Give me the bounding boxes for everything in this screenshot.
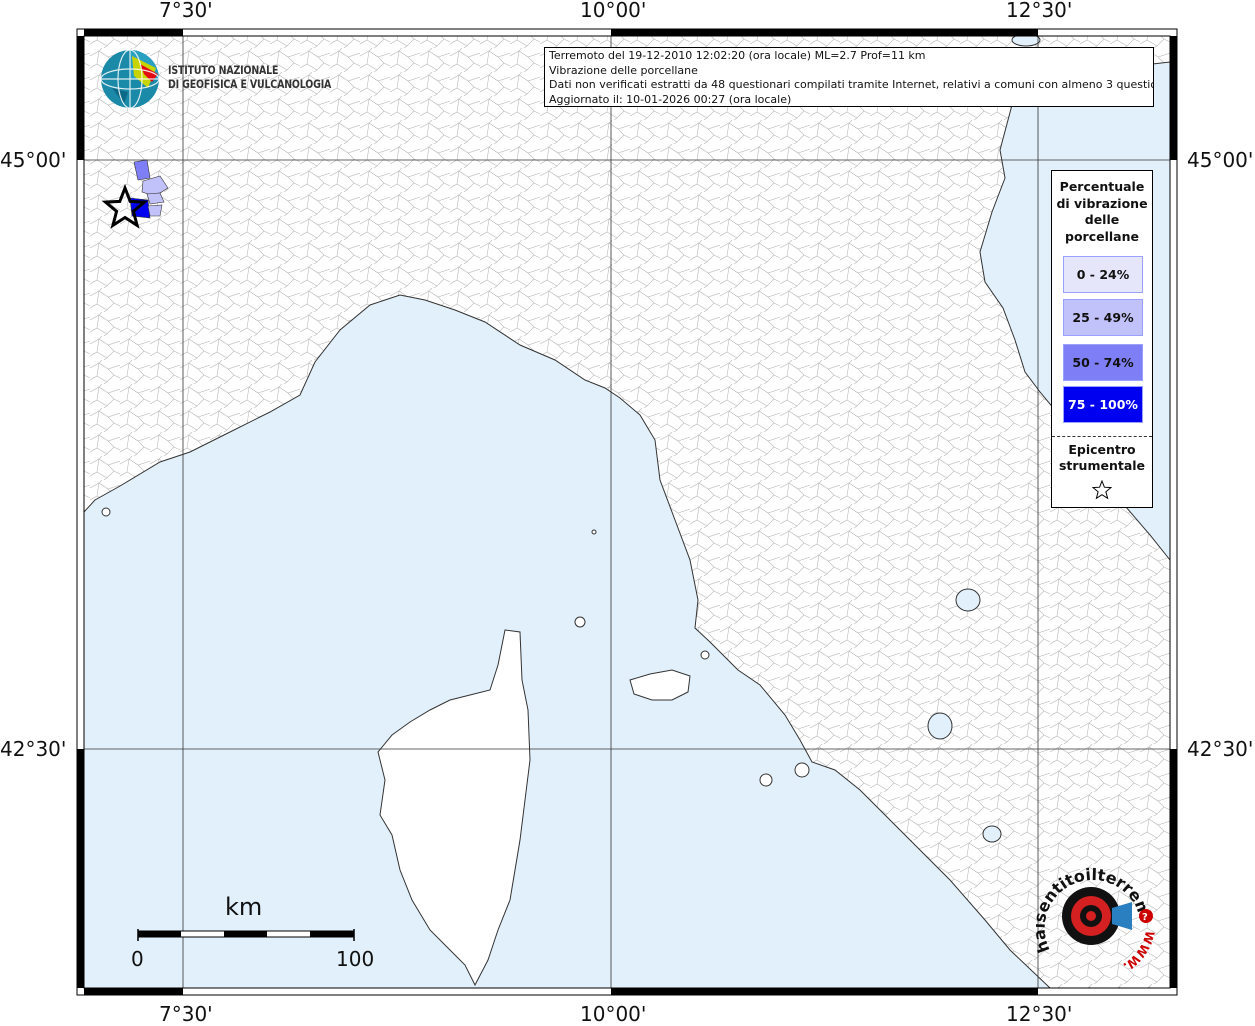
legend-title: Percentuale di vibrazione delle porcella… xyxy=(1052,179,1152,245)
legend-title-line: delle xyxy=(1084,212,1120,227)
logo-www-text: WWW. xyxy=(1121,929,1156,974)
lake-trasimeno xyxy=(955,588,981,612)
ingv-globe-icon xyxy=(100,49,160,109)
lat-label-42-30-left: 42°30' xyxy=(0,737,67,761)
legend-star-icon xyxy=(1092,480,1112,500)
scale-bar-start: 0 xyxy=(131,947,144,971)
haisentito-logo-icon: haisentitoilterremoto.it WWW. ? xyxy=(1036,858,1156,974)
lon-label-12-30-bottom: 12°30' xyxy=(1006,1002,1073,1026)
lon-label-7-30-bottom: 7°30' xyxy=(159,1002,213,1026)
scale-bar xyxy=(137,929,355,941)
legend-class-0-24: 0 - 24% xyxy=(1063,256,1143,293)
event-title: Terremoto del 19-12-2010 12:02:20 (ora l… xyxy=(549,49,926,62)
lat-label-45-right: 45°00' xyxy=(1187,148,1254,172)
lon-label-12-30-top: 12°30' xyxy=(1006,0,1073,22)
small-island xyxy=(591,529,597,535)
scale-bar-end: 100 xyxy=(336,947,375,971)
legend-class-75-100: 75 - 100% xyxy=(1063,386,1143,423)
lat-label-42-30-right: 42°30' xyxy=(1187,737,1254,761)
lat-label-45-left: 45°00' xyxy=(0,148,67,172)
svg-text:WWW.: WWW. xyxy=(1121,929,1156,974)
legend-epicenter-line: Epicentro xyxy=(1068,442,1136,457)
affected-municipality xyxy=(147,204,163,217)
small-island xyxy=(759,773,773,787)
small-island xyxy=(101,507,111,517)
lon-label-7-30-top: 7°30' xyxy=(159,0,213,22)
scale-bar-title: km xyxy=(225,893,263,921)
legend-class-25-49: 25 - 49% xyxy=(1063,299,1143,336)
legend-title-line: di vibrazione xyxy=(1056,195,1148,211)
legend: Percentuale di vibrazione delle porcella… xyxy=(1051,170,1153,508)
map-subject: Vibrazione delle porcellane xyxy=(549,63,698,77)
lake-bolsena xyxy=(927,712,953,740)
small-island xyxy=(700,650,710,660)
institute-name-line1: ISTITUTO NAZIONALE xyxy=(168,63,279,77)
lon-label-10-00-top: 10°00' xyxy=(580,0,647,22)
logo-question-glyph: ? xyxy=(1142,912,1148,923)
small-island xyxy=(574,616,586,628)
legend-separator xyxy=(1052,436,1152,437)
lon-label-10-00-bottom: 10°00' xyxy=(580,1002,647,1026)
data-note: Dati non verificati estratti da 48 quest… xyxy=(549,78,1154,91)
institute-name-line2: DI GEOFISICA E VULCANOLOGIA xyxy=(168,77,332,91)
small-island xyxy=(794,762,810,778)
legend-class-50-74: 50 - 74% xyxy=(1063,344,1143,381)
legend-title-line: porcellane xyxy=(1065,228,1139,244)
update-timestamp: Aggiornato il: 10-01-2026 00:27 (ora loc… xyxy=(549,92,792,106)
legend-title-line: Percentuale xyxy=(1059,179,1145,194)
legend-epicenter-line: strumentale xyxy=(1058,458,1146,473)
legend-epicenter-label: Epicentro strumentale xyxy=(1052,442,1152,474)
lake-bracciano xyxy=(982,825,1002,843)
event-info-box: Terremoto del 19-12-2010 12:02:20 (ora l… xyxy=(544,47,1154,107)
